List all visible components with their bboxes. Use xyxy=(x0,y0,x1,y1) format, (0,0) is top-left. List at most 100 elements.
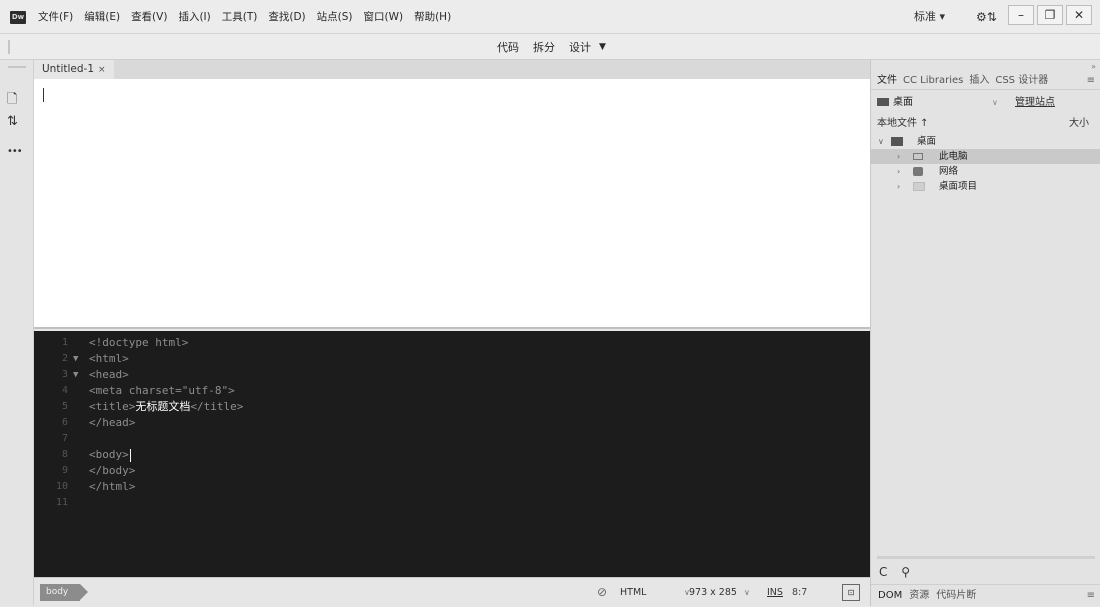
more-tools-icon[interactable]: ••• xyxy=(7,142,29,162)
code-text: </html> xyxy=(89,480,136,493)
tab-css-designer[interactable]: CSS 设计器 xyxy=(995,72,1048,89)
line-number: 5 xyxy=(61,401,68,412)
open-documents-icon[interactable]: 🗋 xyxy=(7,90,29,110)
network-icon xyxy=(913,167,923,176)
expand-arrow-icon[interactable]: › xyxy=(897,164,900,179)
restore-button[interactable]: ❐ xyxy=(1037,5,1063,25)
code-line: 1 <!doctype html> xyxy=(34,335,870,351)
expand-arrow-icon[interactable]: › xyxy=(897,179,900,194)
close-button[interactable]: ✕ xyxy=(1066,5,1092,25)
local-files-column[interactable]: 本地文件 ↑ xyxy=(877,118,929,129)
linting-status-icon[interactable]: ⊘ xyxy=(597,584,613,600)
site-dropdown-icon[interactable]: ∨ xyxy=(992,95,998,111)
tree-item-desktop[interactable]: ∨ 桌面 xyxy=(871,134,1100,149)
design-view-button[interactable]: 设计 xyxy=(569,39,591,55)
line-number: 6 xyxy=(61,417,68,428)
line-number: 9 xyxy=(61,465,68,476)
body-tag: <body> xyxy=(89,448,129,461)
window-size-dropdown-icon[interactable]: ∨ xyxy=(744,578,750,607)
split-view-button[interactable]: 拆分 xyxy=(533,39,555,55)
refresh-icon[interactable]: C xyxy=(879,565,887,579)
window-size-select[interactable]: 973 x 285 xyxy=(689,578,737,607)
tree-item-desktop-items[interactable]: › 桌面项目 xyxy=(871,179,1100,194)
menu-find[interactable]: 查找(D) xyxy=(268,0,305,34)
design-dropdown-icon[interactable]: ▼ xyxy=(599,42,606,52)
workspace-switcher[interactable]: 标准 ▾ xyxy=(914,0,945,34)
main-menu: 文件(F) 编辑(E) 查看(V) 插入(I) 工具(T) 查找(D) 站点(S… xyxy=(38,0,462,34)
document-tab-title: Untitled-1 xyxy=(42,63,95,75)
document-tab[interactable]: Untitled-1 × xyxy=(34,60,114,79)
manage-sites-link[interactable]: 管理站点 xyxy=(1015,95,1055,111)
code-line: 2 ▼ <html> xyxy=(34,351,870,367)
document-toolbar: 代码 拆分 设计 ▼ xyxy=(0,34,1100,60)
tab-cc-libraries[interactable]: CC Libraries xyxy=(903,72,963,89)
menu-file[interactable]: 文件(F) xyxy=(38,0,73,34)
tab-files[interactable]: 文件 xyxy=(877,72,897,89)
design-caret xyxy=(43,88,44,102)
fold-arrow-icon[interactable]: ▼ xyxy=(73,351,78,367)
panel-scrollbar[interactable] xyxy=(877,556,1095,559)
code-text: <body> xyxy=(89,447,131,463)
panel-menu-icon[interactable]: ≡ xyxy=(1087,72,1095,90)
minimize-button[interactable]: – xyxy=(1008,5,1034,25)
files-panel: » 文件 CC Libraries 插入 CSS 设计器 ≡ 桌面 ∨ 管理站点… xyxy=(870,60,1100,606)
size-column[interactable]: 大小 xyxy=(1069,116,1089,132)
line-number: 11 xyxy=(55,497,68,508)
computer-icon xyxy=(913,153,923,160)
code-text: </body> xyxy=(89,464,136,477)
menu-help[interactable]: 帮助(H) xyxy=(414,0,451,34)
menu-site[interactable]: 站点(S) xyxy=(317,0,353,34)
tree-item-network[interactable]: › 网络 xyxy=(871,164,1100,179)
tree-item-label: 此电脑 xyxy=(939,151,968,162)
sync-settings-icon[interactable]: ⚙⇅ xyxy=(976,9,998,25)
bottom-panel-menu-icon[interactable]: ≡ xyxy=(1087,585,1095,607)
line-number: 2 xyxy=(61,353,68,364)
tab-assets[interactable]: 资源 xyxy=(909,585,929,606)
site-selector[interactable]: 桌面 ∨ 管理站点 xyxy=(877,95,1095,111)
menu-window[interactable]: 窗口(W) xyxy=(364,0,404,34)
tab-insert[interactable]: 插入 xyxy=(969,72,989,89)
folder-icon xyxy=(913,182,925,191)
design-view[interactable] xyxy=(34,79,870,329)
expand-arrow-icon[interactable]: › xyxy=(897,149,900,164)
line-number: 7 xyxy=(61,433,68,444)
live-preview-icon[interactable]: ⊡ xyxy=(842,584,860,601)
menubar: Dw 文件(F) 编辑(E) 查看(V) 插入(I) 工具(T) 查找(D) 站… xyxy=(0,0,1100,34)
code-line: 5 <title>无标题文档</title> xyxy=(34,399,870,415)
tag-selector-body[interactable]: body xyxy=(40,584,88,601)
code-view[interactable]: 1 <!doctype html> 2 ▼ <html> 3 ▼ <head> … xyxy=(34,331,870,577)
tab-close-icon[interactable]: × xyxy=(98,65,106,75)
tree-item-label: 网络 xyxy=(939,166,959,177)
line-number: 1 xyxy=(61,337,68,348)
tab-dom[interactable]: DOM xyxy=(878,585,902,606)
menu-tools[interactable]: 工具(T) xyxy=(222,0,258,34)
file-management-icon[interactable]: ⇅ xyxy=(7,112,29,132)
code-view-button[interactable]: 代码 xyxy=(497,39,519,55)
text-cursor xyxy=(129,448,131,462)
menu-edit[interactable]: 编辑(E) xyxy=(84,0,120,34)
code-line: 10 </html> xyxy=(34,479,870,495)
code-line: 4 <meta charset="utf-8"> xyxy=(34,383,870,399)
insert-mode-toggle[interactable]: INS xyxy=(767,578,783,607)
status-bar: body ⊘ HTML ∨ 973 x 285 ∨ INS 8:7 ⊡ xyxy=(34,577,870,606)
connect-icon[interactable]: ⚲ xyxy=(901,565,910,579)
tree-item-label: 桌面项目 xyxy=(939,181,978,192)
tree-item-this-pc[interactable]: › 此电脑 xyxy=(871,149,1100,164)
toolbar-grip[interactable] xyxy=(8,66,26,68)
code-line: 11 xyxy=(34,495,870,511)
expand-arrow-icon[interactable]: ∨ xyxy=(878,134,884,149)
document-type-select[interactable]: HTML xyxy=(620,578,646,607)
desktop-folder-icon xyxy=(891,137,903,146)
code-text: <!doctype html> xyxy=(89,336,189,349)
menu-insert[interactable]: 插入(I) xyxy=(178,0,210,34)
view-switcher: 代码 拆分 设计 ▼ xyxy=(497,34,606,60)
panel-collapse-icon[interactable]: » xyxy=(1091,62,1096,71)
window-controls: – ❐ ✕ xyxy=(1005,5,1092,27)
tab-snippets[interactable]: 代码片断 xyxy=(936,585,976,606)
code-line: 6 </head> xyxy=(34,415,870,431)
line-number: 8 xyxy=(61,449,68,460)
fold-arrow-icon[interactable]: ▼ xyxy=(73,367,78,383)
menu-view[interactable]: 查看(V) xyxy=(131,0,167,34)
toolbar-gripper[interactable] xyxy=(8,40,10,54)
files-header: 本地文件 ↑ 大小 xyxy=(877,116,1095,132)
